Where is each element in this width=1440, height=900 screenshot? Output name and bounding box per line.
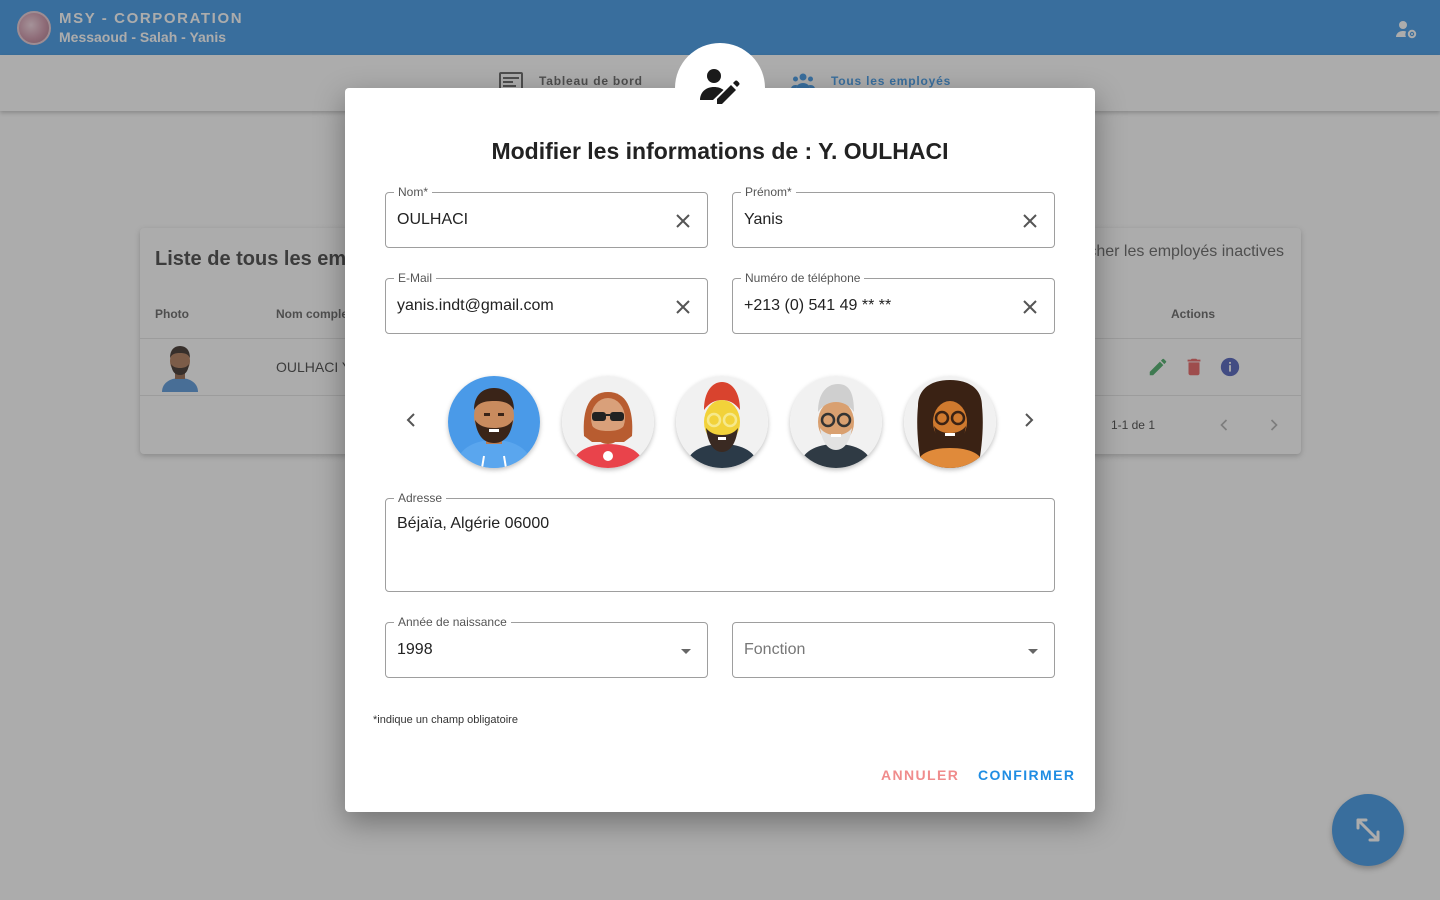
clear-email-button[interactable] xyxy=(673,297,693,317)
clear-nom-button[interactable] xyxy=(673,211,693,231)
phone-value[interactable]: +213 (0) 541 49 ** ** xyxy=(744,296,891,316)
avatar-sunglasses-icon xyxy=(562,376,654,468)
avatar-option-beard-blue[interactable] xyxy=(448,376,540,468)
dialog-header-badge xyxy=(675,43,765,133)
chevron-left-icon xyxy=(406,413,415,427)
clear-prenom-button[interactable] xyxy=(1020,211,1040,231)
avatar-beard-blue-icon xyxy=(448,376,540,468)
clear-phone-button[interactable] xyxy=(1020,297,1040,317)
avatar-grayhair-glasses-icon xyxy=(790,376,882,468)
prenom-field[interactable]: Prénom* Yanis xyxy=(732,185,1055,248)
required-note: *indique un champ obligatoire xyxy=(373,714,518,726)
birth-year-select[interactable]: Année de naissance 1998 xyxy=(385,615,708,678)
prenom-label: Prénom* xyxy=(741,185,796,199)
avatar-prev-button[interactable] xyxy=(401,408,421,432)
email-field[interactable]: E-Mail yanis.indt@gmail.com xyxy=(385,271,708,334)
avatar-option-grayhair-glasses[interactable] xyxy=(790,376,882,468)
email-value[interactable]: yanis.indt@gmail.com xyxy=(397,296,554,316)
dropdown-arrow-icon[interactable] xyxy=(1028,649,1038,654)
nom-label: Nom* xyxy=(394,185,433,199)
avatar-dreadlocks-icon xyxy=(904,376,996,468)
address-value[interactable]: Béjaïa, Algérie 06000 xyxy=(397,514,549,534)
cancel-button[interactable]: ANNULER xyxy=(881,767,959,783)
address-field[interactable]: Adresse Béjaïa, Algérie 06000 xyxy=(385,491,1055,592)
birth-year-label: Année de naissance xyxy=(394,615,511,629)
phone-field[interactable]: Numéro de téléphone +213 (0) 541 49 ** *… xyxy=(732,271,1055,334)
dropdown-arrow-icon[interactable] xyxy=(681,649,691,654)
address-label: Adresse xyxy=(394,491,447,505)
close-icon xyxy=(1023,300,1037,314)
chevron-right-icon xyxy=(1025,413,1034,427)
avatar-next-button[interactable] xyxy=(1019,408,1039,432)
confirm-button[interactable]: CONFIRMER xyxy=(978,767,1075,783)
dialog-title: Modifier les informations de : Y. OULHAC… xyxy=(491,138,949,164)
birth-year-value: 1998 xyxy=(397,641,433,658)
close-icon xyxy=(676,214,690,228)
email-label: E-Mail xyxy=(394,271,437,285)
close-icon xyxy=(1023,214,1037,228)
edit-employee-dialog: Modifier les informations de : Y. OULHAC… xyxy=(345,88,1095,812)
prenom-value[interactable]: Yanis xyxy=(744,210,783,230)
fonction-select[interactable]: Fonction xyxy=(732,622,1055,678)
avatar-option-redhair-glasses[interactable] xyxy=(676,376,768,468)
fonction-placeholder: Fonction xyxy=(744,641,806,658)
avatar-redhair-glasses-icon xyxy=(676,376,768,468)
phone-label: Numéro de téléphone xyxy=(741,271,865,285)
nom-value[interactable]: OULHACI xyxy=(397,210,468,230)
edit-user-icon xyxy=(700,69,740,104)
avatar-option-sunglasses[interactable] xyxy=(562,376,654,468)
nom-field[interactable]: Nom* OULHACI xyxy=(385,185,708,248)
avatar-option-dreadlocks[interactable] xyxy=(904,376,996,468)
close-icon xyxy=(676,300,690,314)
